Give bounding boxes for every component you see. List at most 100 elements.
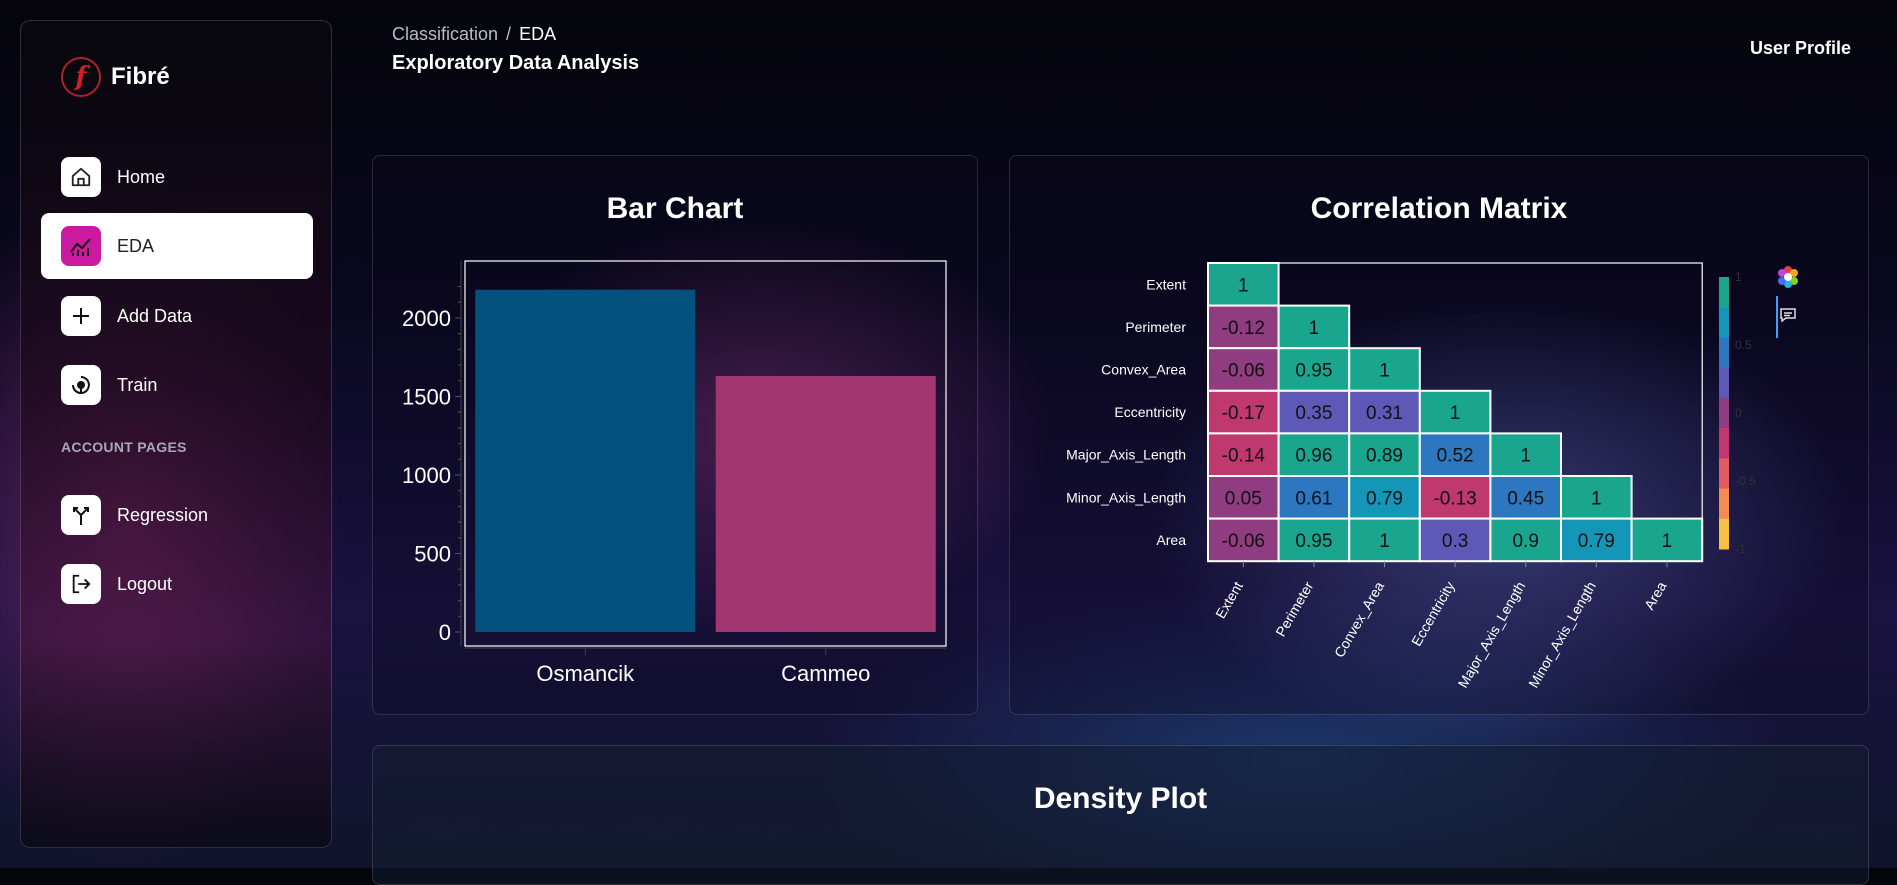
colorbar-segment	[1719, 397, 1729, 429]
breadcrumb-parent[interactable]: Classification	[392, 24, 498, 44]
colorbar-tick-label: 0.5	[1735, 338, 1752, 352]
sidebar-item-label: Home	[117, 166, 166, 187]
correlation-matrix-card: Correlation Matrix Extent 1 Perimeter -0.12…	[1009, 155, 1869, 715]
density-plot-card: Density Plot	[372, 745, 1869, 885]
sidebar-item-label: Logout	[117, 573, 173, 594]
colorbar-segment	[1719, 307, 1729, 338]
column-label: Perimeter	[1272, 578, 1316, 639]
row-label: Area	[1156, 532, 1186, 548]
cell-value: 1	[1520, 446, 1531, 467]
row-label: Major_Axis_Length	[1066, 447, 1186, 463]
brand[interactable]: f Fibré	[61, 57, 170, 97]
row-label: Perimeter	[1125, 319, 1186, 335]
page-title: Exploratory Data Analysis	[392, 52, 640, 74]
colorbar-segment	[1719, 428, 1729, 459]
cell-value: 1	[1379, 361, 1390, 382]
colorbar-tick-label: 0	[1735, 406, 1742, 420]
logout-icon	[61, 564, 101, 604]
column-label: Area	[1641, 579, 1670, 613]
plus-icon	[61, 296, 101, 336]
cell-value: 0.9	[1512, 531, 1538, 552]
y-tick-label: 0	[439, 620, 451, 645]
sidebar-item-label: Regression	[117, 504, 209, 525]
y-tick-label: 2000	[402, 306, 451, 331]
colorbar-segment	[1719, 337, 1729, 369]
colorbar-segment	[1719, 518, 1729, 550]
sidebar-item-regression[interactable]: Regression	[41, 482, 313, 548]
home-icon	[61, 157, 101, 197]
cell-value: 1	[1309, 318, 1320, 339]
cell-value: -0.13	[1433, 488, 1476, 509]
cell-value: 0.45	[1507, 488, 1544, 509]
cell-value: 1	[1450, 403, 1461, 424]
colorbar-segment	[1719, 488, 1729, 520]
cell-value: 0.89	[1366, 446, 1403, 467]
colorbar-tick-label: 1	[1735, 270, 1742, 284]
sidebar-item-eda[interactable]: EDA	[41, 213, 313, 279]
plotly-logo-icon[interactable]	[1775, 264, 1801, 290]
cell-value: 0.95	[1295, 531, 1332, 552]
column-label: Major_Axis_Length	[1455, 579, 1529, 691]
cell-value: 0.96	[1295, 446, 1332, 467]
row-label: Convex_Area	[1101, 362, 1186, 378]
bar-chart-card: Bar Chart 0 500 1000 1500 2000 Osmancik Cammeo	[372, 155, 978, 715]
colorbar-segment	[1719, 458, 1729, 490]
breadcrumb-separator: /	[506, 24, 512, 44]
x-tick-label: Cammeo	[781, 661, 870, 686]
x-tick-label: Osmancik	[536, 661, 635, 686]
row-label: Minor_Axis_Length	[1066, 489, 1186, 505]
cell-value: 0.35	[1295, 403, 1332, 424]
row-label: Extent	[1146, 276, 1186, 292]
breadcrumb-current: EDA	[519, 24, 557, 44]
cell-value: 1	[1238, 275, 1249, 296]
cell-value: 0.61	[1295, 488, 1332, 509]
bar-osmancik	[475, 289, 696, 632]
cell-value: 1	[1662, 531, 1673, 552]
sidebar-item-home[interactable]: Home	[41, 144, 313, 210]
column-label: Extent	[1212, 579, 1246, 621]
cell-value: 0.95	[1295, 361, 1332, 382]
cell-value: 1	[1379, 531, 1390, 552]
column-label: Convex_Area	[1331, 579, 1387, 661]
toolbar-divider	[1776, 296, 1778, 338]
y-tick-label: 500	[414, 541, 451, 566]
cell-value: 0.31	[1366, 403, 1403, 424]
sidebar-item-label: EDA	[117, 235, 155, 256]
cell-value: 0.79	[1578, 531, 1615, 552]
colorbar-segment	[1719, 277, 1729, 308]
cell-value: -0.12	[1222, 318, 1265, 339]
colorbar-tick-label: -0.5	[1735, 474, 1756, 488]
comment-icon[interactable]	[1777, 304, 1799, 326]
train-icon	[61, 365, 101, 405]
correlation-heatmap[interactable]: Extent 1 Perimeter -0.12 1 Convex_Area -0.06 0.…	[1010, 156, 1870, 716]
density-plot-title: Density Plot	[1033, 782, 1208, 815]
cell-value: 0.52	[1437, 446, 1474, 467]
colorbar-tick-label: -1	[1735, 542, 1746, 556]
sidebar-item-label: Train	[117, 374, 158, 395]
user-profile-link[interactable]: User Profile	[1750, 38, 1851, 59]
y-tick-label: 1000	[402, 463, 451, 488]
chart-icon	[61, 226, 101, 266]
sidebar-item-train[interactable]: Train	[41, 352, 313, 418]
sidebar-item-label: Add Data	[117, 305, 193, 326]
sidebar-item-logout[interactable]: Logout	[41, 551, 313, 617]
cell-value: 0.05	[1225, 488, 1262, 509]
sidebar-item-add-data[interactable]: Add Data	[41, 283, 313, 349]
brand-name: Fibré	[111, 63, 170, 90]
bar-cammeo	[715, 376, 936, 632]
section-title-account-pages: ACCOUNT PAGES	[61, 439, 187, 455]
bar-chart[interactable]: 0 500 1000 1500 2000 Osmancik Cammeo	[373, 156, 979, 716]
colorbar-segment	[1719, 367, 1729, 399]
cell-value: -0.06	[1222, 531, 1265, 552]
brand-logo: f	[61, 57, 101, 97]
cell-value: -0.14	[1222, 446, 1266, 467]
column-label: Eccentricity	[1408, 579, 1458, 649]
regression-icon	[61, 495, 101, 535]
column-label: Minor_Axis_Length	[1525, 579, 1599, 691]
y-tick-label: 1500	[402, 384, 451, 409]
cell-value: 0.79	[1366, 488, 1403, 509]
breadcrumb: Classification / EDA	[392, 24, 556, 45]
cell-value: 1	[1591, 488, 1602, 509]
cell-value: -0.06	[1222, 361, 1265, 382]
row-label: Eccentricity	[1114, 404, 1186, 420]
